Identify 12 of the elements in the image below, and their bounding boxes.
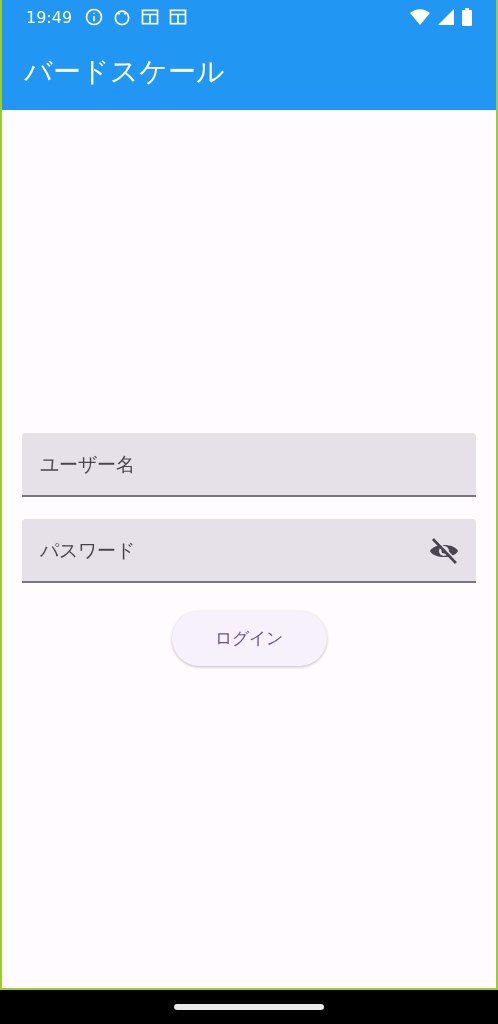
eye-off-icon[interactable] [428,536,460,565]
username-field[interactable]: ユーザー名 [22,432,476,497]
login-button[interactable]: ログイン [171,610,327,666]
signal-icon [438,9,454,25]
battery-icon [462,8,472,26]
status-time: 19:49 [26,7,73,27]
calendar-icon [168,7,189,27]
info-icon [84,7,105,27]
wifi-icon [410,9,430,25]
password-field[interactable]: パスワード [22,518,476,583]
calendar-icon [140,7,161,27]
app-title: バードスケール [24,54,225,90]
